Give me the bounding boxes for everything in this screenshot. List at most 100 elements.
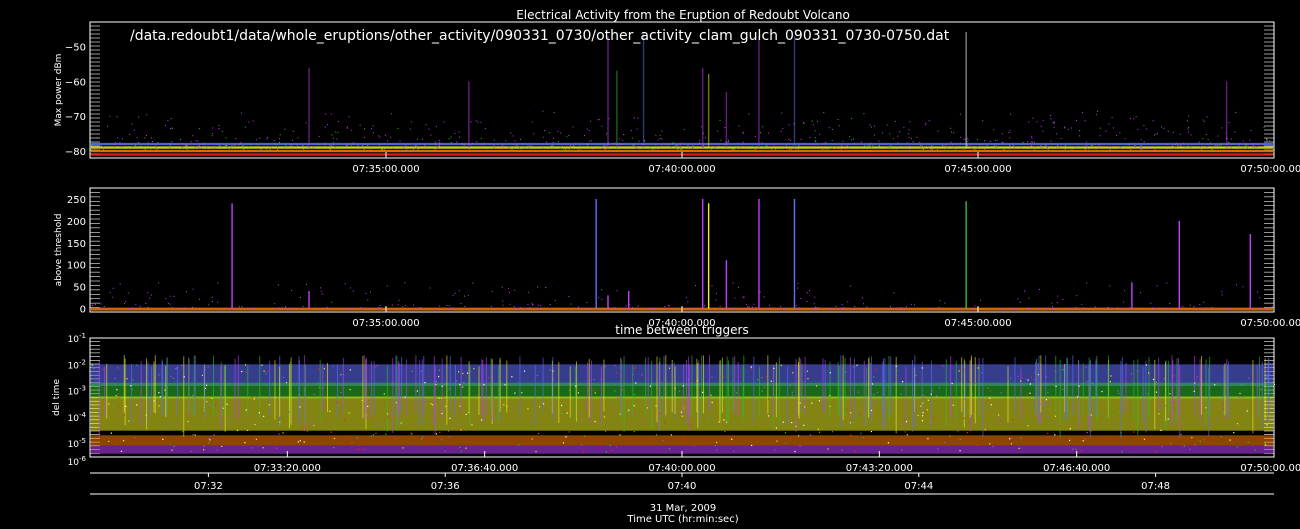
data-point xyxy=(431,404,434,406)
data-point xyxy=(298,394,301,396)
data-point xyxy=(922,415,924,417)
data-point xyxy=(1222,407,1225,410)
data-point xyxy=(568,134,570,136)
data-point xyxy=(440,438,443,441)
data-point xyxy=(1069,439,1071,442)
data-point xyxy=(363,308,365,310)
data-point xyxy=(1233,143,1235,145)
data-point xyxy=(985,149,987,151)
data-point xyxy=(492,397,494,399)
data-point xyxy=(1076,295,1078,297)
data-point xyxy=(1208,145,1210,147)
data-point xyxy=(778,150,780,152)
data-point xyxy=(420,307,422,309)
data-point xyxy=(1139,307,1141,309)
data-point xyxy=(325,113,327,115)
data-point xyxy=(479,143,481,145)
data-point xyxy=(439,144,441,146)
data-point xyxy=(655,134,657,136)
data-point xyxy=(1216,145,1218,147)
data-point xyxy=(460,450,463,452)
data-point xyxy=(467,294,469,296)
data-point xyxy=(393,436,396,439)
data-point xyxy=(1075,448,1077,451)
data-point xyxy=(1239,396,1241,398)
data-point xyxy=(1248,149,1250,151)
data-point xyxy=(735,422,737,424)
data-point xyxy=(780,364,782,366)
data-point xyxy=(580,444,583,446)
data-point xyxy=(939,300,941,302)
data-point xyxy=(416,390,419,392)
data-point xyxy=(1046,150,1048,152)
data-point xyxy=(576,308,578,310)
data-point xyxy=(1119,132,1121,134)
data-point xyxy=(1269,140,1271,142)
data-point xyxy=(740,308,742,310)
data-point xyxy=(1254,449,1256,451)
data-point xyxy=(531,438,533,440)
data-point xyxy=(924,410,926,413)
data-point xyxy=(931,389,933,392)
data-point xyxy=(322,308,324,310)
data-point xyxy=(207,149,209,151)
data-point xyxy=(211,296,213,298)
data-point xyxy=(1175,146,1177,148)
data-point xyxy=(552,137,554,139)
data-point xyxy=(1205,407,1207,409)
data-point xyxy=(206,146,208,148)
data-point xyxy=(735,308,737,310)
data-point xyxy=(1136,370,1139,372)
data-point xyxy=(1190,146,1192,148)
data-point xyxy=(620,143,622,145)
data-point xyxy=(348,308,350,310)
data-point xyxy=(742,296,744,298)
data-point xyxy=(814,145,816,147)
data-point xyxy=(516,144,518,146)
data-point xyxy=(1122,308,1124,310)
data-point xyxy=(979,144,981,146)
data-point xyxy=(1051,308,1053,310)
data-point xyxy=(313,393,315,396)
data-point xyxy=(463,144,465,146)
data-point xyxy=(1134,145,1136,147)
data-point xyxy=(637,305,639,307)
data-point xyxy=(583,134,585,136)
data-point xyxy=(853,366,855,368)
data-point xyxy=(938,306,940,308)
data-point xyxy=(863,113,865,115)
data-point xyxy=(668,144,670,146)
data-point xyxy=(208,438,210,440)
data-point xyxy=(623,308,625,310)
data-point xyxy=(967,137,969,139)
data-point xyxy=(434,308,436,310)
data-point xyxy=(618,145,620,147)
data-point xyxy=(894,120,896,122)
data-point xyxy=(1180,433,1182,436)
data-point xyxy=(333,142,335,144)
data-point xyxy=(231,145,233,147)
data-point xyxy=(179,148,181,150)
data-point xyxy=(736,147,738,149)
data-point xyxy=(1199,146,1201,148)
data-point xyxy=(592,148,594,150)
data-point xyxy=(158,405,160,407)
data-point xyxy=(566,136,568,138)
data-point xyxy=(1010,425,1013,427)
data-point xyxy=(114,142,116,144)
data-point xyxy=(380,148,382,150)
data-point xyxy=(1222,403,1224,406)
data-point xyxy=(745,308,747,310)
data-point xyxy=(1008,150,1010,152)
data-point xyxy=(693,445,695,447)
data-point xyxy=(862,297,864,299)
data-point xyxy=(462,143,464,145)
data-point xyxy=(507,147,509,149)
data-point xyxy=(1150,398,1152,401)
data-point xyxy=(799,308,801,310)
data-point xyxy=(1141,148,1143,150)
data-point xyxy=(1094,144,1096,146)
data-point xyxy=(266,138,268,140)
x-tick-label: 07:36:40.000 xyxy=(451,463,518,474)
data-point xyxy=(257,144,259,146)
